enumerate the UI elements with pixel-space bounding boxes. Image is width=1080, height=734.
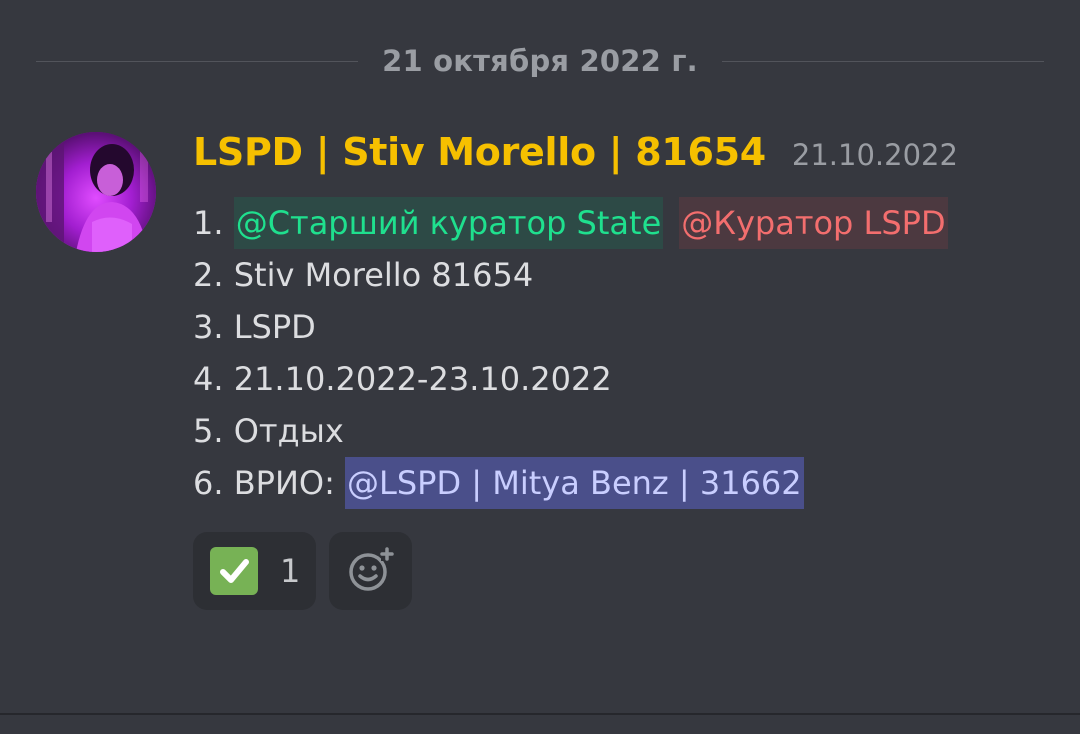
reaction-check-mark[interactable]: 1 bbox=[193, 532, 316, 610]
divider-line-right bbox=[721, 60, 1045, 62]
username[interactable]: LSPD | Stiv Morello | 81654 bbox=[193, 130, 766, 174]
date-divider: 21 октября 2022 г. bbox=[36, 38, 1045, 84]
reaction-count: 1 bbox=[280, 552, 301, 590]
message-body: 1. @Старший куратор State @Куратор LSPD 2… bbox=[193, 197, 1053, 509]
line-6-prefix: 6. ВРИО: bbox=[193, 464, 346, 502]
chat-view: 21 октября 2022 г. LSPD | Stiv Morello |… bbox=[0, 0, 1080, 734]
message-line-1: 1. @Старший куратор State @Куратор LSPD bbox=[193, 197, 1053, 249]
message-line-4: 4. 21.10.2022-23.10.2022 bbox=[193, 360, 612, 398]
role-mention-senior-curator[interactable]: @Старший куратор State bbox=[233, 197, 664, 249]
reactions-bar: 1 bbox=[193, 532, 1053, 610]
user-mention-mitya-benz[interactable]: @LSPD | Mitya Benz | 31662 bbox=[345, 457, 804, 509]
message-content: LSPD | Stiv Morello | 81654 21.10.2022 1… bbox=[193, 130, 1053, 610]
date-divider-label: 21 октября 2022 г. bbox=[382, 44, 698, 78]
avatar[interactable] bbox=[36, 132, 156, 252]
check-mark-icon bbox=[210, 547, 258, 595]
timestamp: 21.10.2022 bbox=[791, 138, 958, 172]
avatar-image-icon bbox=[36, 132, 156, 252]
message-header: LSPD | Stiv Morello | 81654 21.10.2022 bbox=[193, 130, 1053, 198]
role-mention-curator-lspd[interactable]: @Куратор LSPD bbox=[679, 197, 948, 249]
divider-line-left bbox=[36, 60, 359, 62]
message-line-2: 2. Stiv Morello 81654 bbox=[193, 256, 534, 294]
add-reaction-button[interactable] bbox=[329, 532, 412, 610]
message-line-5: 5. Отдых bbox=[193, 412, 344, 450]
message-line-3: 3. LSPD bbox=[193, 308, 316, 346]
add-reaction-icon bbox=[347, 545, 395, 597]
message-line-6: 6. ВРИО: @LSPD | Mitya Benz | 31662 bbox=[193, 457, 1053, 509]
line-1-prefix: 1. bbox=[193, 204, 234, 242]
bottom-border bbox=[0, 713, 1080, 715]
